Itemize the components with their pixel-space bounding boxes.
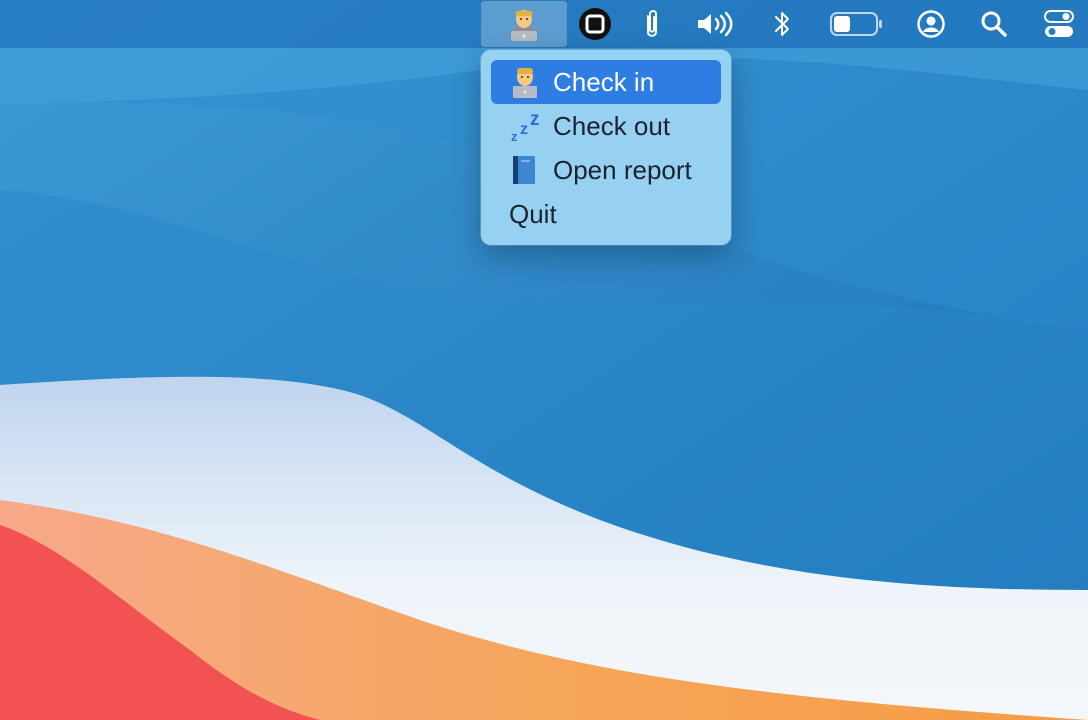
person-with-laptop-icon xyxy=(509,65,549,99)
menu-item-check-in[interactable]: Check in xyxy=(491,60,721,104)
menubar-control-center-button[interactable] xyxy=(1040,0,1078,48)
menu-item-label: Quit xyxy=(509,198,557,229)
menubar-user-button[interactable] xyxy=(914,0,948,48)
search-icon xyxy=(981,11,1007,37)
menubar-volume-button[interactable] xyxy=(694,0,736,48)
zzz-sleep-icon: z z z xyxy=(509,109,549,143)
user-account-icon xyxy=(917,10,945,38)
battery-icon xyxy=(830,12,882,36)
person-with-laptop-icon xyxy=(511,10,537,41)
menu-item-label: Check out xyxy=(553,110,671,141)
svg-text:z: z xyxy=(530,109,540,130)
svg-text:z: z xyxy=(511,129,518,143)
control-center-icon xyxy=(1044,10,1074,37)
menu-item-open-report[interactable]: Open report xyxy=(491,148,721,192)
menubar-stop-button[interactable] xyxy=(576,0,614,48)
menu-item-check-out[interactable]: z z z Check out xyxy=(491,104,721,148)
blue-book-icon xyxy=(509,153,549,187)
menu-item-quit[interactable]: Quit xyxy=(491,192,721,236)
stop-square-icon xyxy=(579,8,611,40)
bluetooth-icon xyxy=(775,12,789,36)
menu-item-label: Check in xyxy=(553,66,655,97)
speaker-volume-icon xyxy=(698,11,733,37)
menubar-battery-button[interactable] xyxy=(828,0,884,48)
menubar-paperclip-button[interactable] xyxy=(636,0,668,48)
menu-item-label: Open report xyxy=(553,154,692,185)
app-dropdown-menu: Check in z z z Check out Open report Qui… xyxy=(481,50,731,245)
menu-bar xyxy=(0,0,1088,48)
menubar-bluetooth-button[interactable] xyxy=(768,0,796,48)
svg-text:z: z xyxy=(520,121,528,138)
menubar-checkin-app-button[interactable] xyxy=(481,1,567,47)
menubar-search-button[interactable] xyxy=(978,0,1010,48)
paperclip-icon xyxy=(647,10,657,37)
